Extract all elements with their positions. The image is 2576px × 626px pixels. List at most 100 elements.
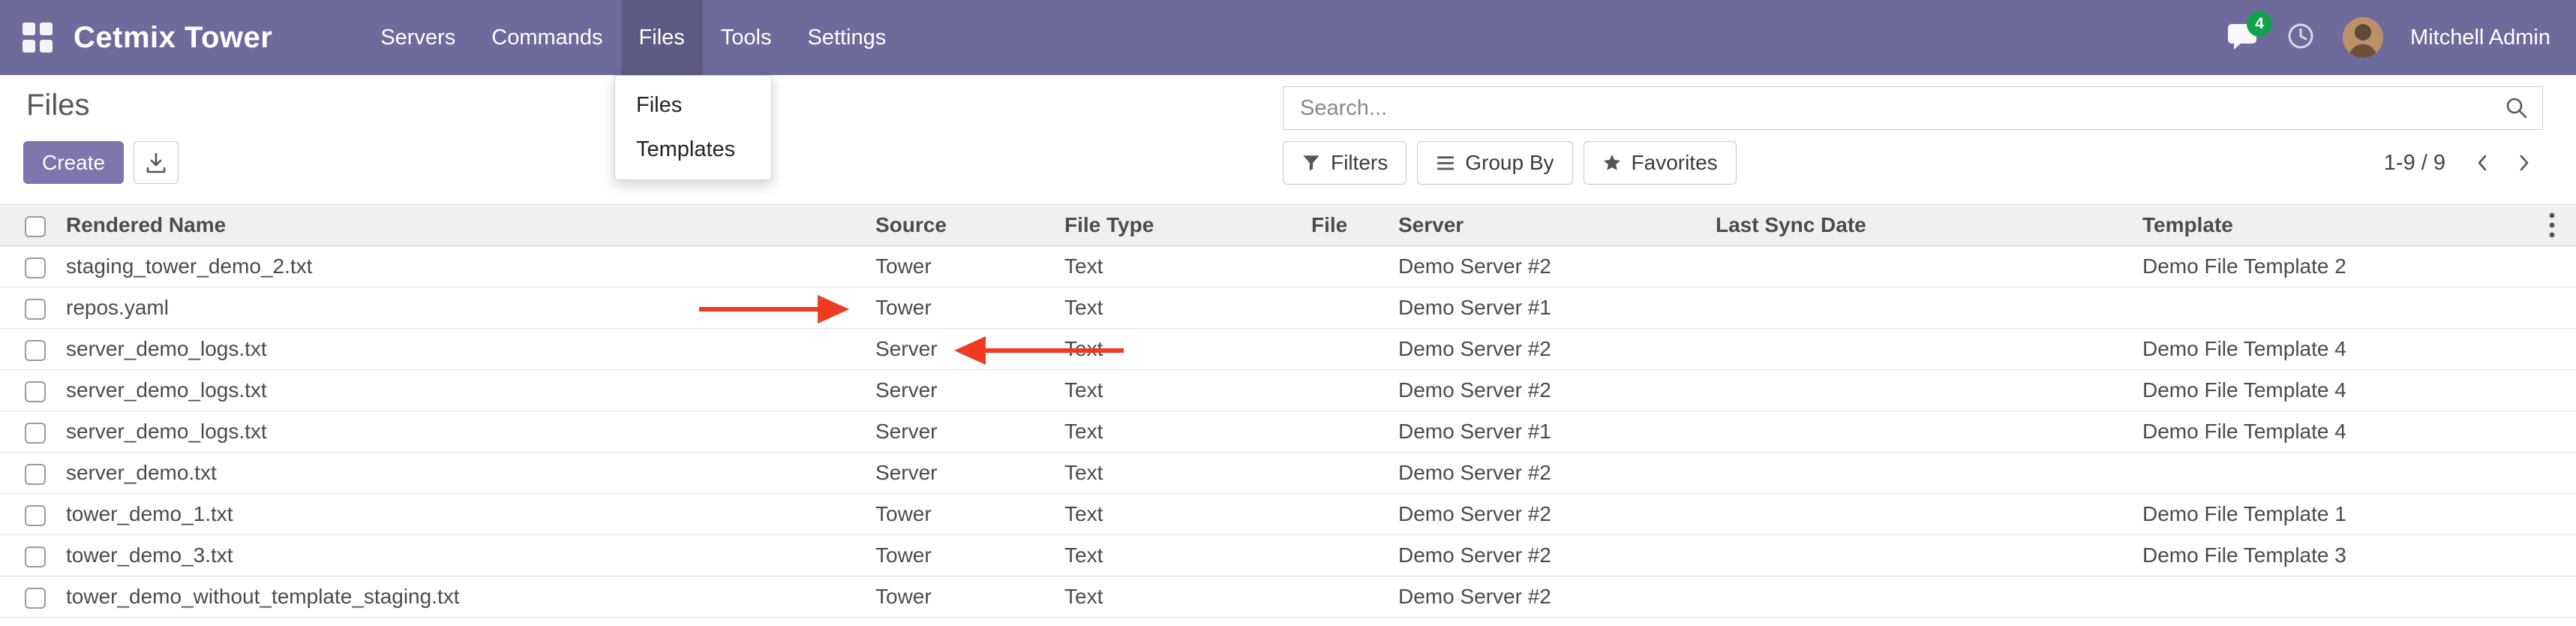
row-checkbox[interactable] xyxy=(25,340,46,361)
files-table: Rendered NameSourceFile TypeFileServerLa… xyxy=(0,204,2576,618)
menu-item-commands[interactable]: Commands xyxy=(473,0,620,75)
filters-button[interactable]: Filters xyxy=(1283,141,1407,185)
cell-file xyxy=(1302,411,1389,453)
row-checkbox[interactable] xyxy=(25,546,46,567)
cell-last-sync-date xyxy=(1706,287,2133,329)
cell-file xyxy=(1302,535,1389,576)
cell-rendered-name: server_demo.txt xyxy=(56,453,866,494)
table-row[interactable]: repos.yamlTowerTextDemo Server #1 xyxy=(0,287,2576,329)
row-checkbox-cell xyxy=(0,246,56,287)
dropdown-item-templates[interactable]: Templates xyxy=(615,128,771,172)
cell-source: Server xyxy=(866,370,1055,411)
table-row[interactable]: tower_demo_3.txtTowerTextDemo Server #2D… xyxy=(0,535,2576,576)
chevron-right-icon xyxy=(2513,152,2534,173)
activity-button[interactable] xyxy=(2286,21,2316,55)
brand-title[interactable]: Cetmix Tower xyxy=(74,21,272,55)
create-button[interactable]: Create xyxy=(23,141,124,184)
cell-source: Tower xyxy=(866,576,1055,618)
export-button[interactable] xyxy=(134,141,179,184)
optional-columns-toggle[interactable] xyxy=(2537,204,2567,245)
menu-item-tools[interactable]: Tools xyxy=(703,0,790,75)
cell-source: Tower xyxy=(866,535,1055,576)
row-checkbox[interactable] xyxy=(25,505,46,526)
row-checkbox[interactable] xyxy=(25,381,46,402)
menu-item-files[interactable]: Files xyxy=(621,0,703,75)
row-checkbox-cell xyxy=(0,370,56,411)
cell-last-sync-date xyxy=(1706,370,2133,411)
cell-last-sync-date xyxy=(1706,576,2133,618)
cell-file-type: Text xyxy=(1055,535,1302,576)
cell-source: Server xyxy=(866,453,1055,494)
page-title: Files xyxy=(26,89,89,122)
cell-last-sync-date xyxy=(1706,246,2133,287)
row-checkbox[interactable] xyxy=(25,257,46,278)
cell-file-type: Text xyxy=(1055,494,1302,535)
select-all-cell xyxy=(0,205,56,246)
user-avatar[interactable] xyxy=(2343,17,2383,58)
group-by-label: Group By xyxy=(1465,151,1554,175)
row-checkbox[interactable] xyxy=(25,299,46,320)
table-row[interactable]: server_demo.txtServerTextDemo Server #2 xyxy=(0,453,2576,494)
table-row[interactable]: server_demo_logs.txtServerTextDemo Serve… xyxy=(0,370,2576,411)
avatar-image xyxy=(2343,17,2383,58)
row-checkbox[interactable] xyxy=(25,423,46,444)
clock-icon xyxy=(2286,21,2316,51)
cell-file-type: Text xyxy=(1055,576,1302,618)
cell-file xyxy=(1302,287,1389,329)
table-row[interactable]: tower_demo_1.txtTowerTextDemo Server #2D… xyxy=(0,494,2576,535)
column-header-server[interactable]: Server xyxy=(1389,205,1706,246)
cell-rendered-name: tower_demo_3.txt xyxy=(56,535,866,576)
column-header-rendered-name[interactable]: Rendered Name xyxy=(56,205,866,246)
select-all-checkbox[interactable] xyxy=(25,216,46,237)
search-box xyxy=(1283,86,2543,130)
menu-item-servers[interactable]: Servers xyxy=(362,0,473,75)
search-icon[interactable] xyxy=(2505,96,2529,120)
cell-rendered-name: tower_demo_1.txt xyxy=(56,494,866,535)
cell-last-sync-date xyxy=(1706,494,2133,535)
column-header-file-type[interactable]: File Type xyxy=(1055,205,1302,246)
files-table-header-row: Rendered NameSourceFile TypeFileServerLa… xyxy=(0,205,2576,246)
cell-file-type: Text xyxy=(1055,370,1302,411)
messages-count-badge: 4 xyxy=(2247,11,2272,37)
pager-next-button[interactable] xyxy=(2508,148,2538,178)
favorites-button[interactable]: Favorites xyxy=(1584,141,1737,185)
column-header-last-sync-date[interactable]: Last Sync Date xyxy=(1706,205,2133,246)
table-row[interactable]: staging_tower_demo_2.txtTowerTextDemo Se… xyxy=(0,246,2576,287)
table-row[interactable]: tower_demo_without_template_staging.txtT… xyxy=(0,576,2576,618)
row-checkbox-cell xyxy=(0,494,56,535)
chevron-left-icon xyxy=(2472,152,2493,173)
table-row[interactable]: server_demo_logs.txtServerTextDemo Serve… xyxy=(0,329,2576,370)
messages-button[interactable]: 4 xyxy=(2226,20,2259,56)
cell-template: Demo File Template 4 xyxy=(2133,411,2576,453)
menu-item-settings[interactable]: Settings xyxy=(789,0,904,75)
pager-previous-button[interactable] xyxy=(2468,148,2498,178)
search-input[interactable] xyxy=(1283,87,2505,129)
cell-source: Tower xyxy=(866,246,1055,287)
cell-server: Demo Server #2 xyxy=(1389,453,1706,494)
cell-rendered-name: server_demo_logs.txt xyxy=(56,411,866,453)
cell-rendered-name: server_demo_logs.txt xyxy=(56,370,866,411)
group-by-button[interactable]: Group By xyxy=(1417,141,1572,185)
action-buttons: Create xyxy=(23,141,179,184)
column-header-template[interactable]: Template xyxy=(2133,205,2576,246)
row-checkbox-cell xyxy=(0,411,56,453)
column-header-source[interactable]: Source xyxy=(866,205,1055,246)
table-row[interactable]: server_demo_logs.txtServerTextDemo Serve… xyxy=(0,411,2576,453)
pager: 1-9 / 9 xyxy=(2384,141,2538,185)
cell-file xyxy=(1302,329,1389,370)
row-checkbox-cell xyxy=(0,576,56,618)
cell-server: Demo Server #1 xyxy=(1389,287,1706,329)
row-checkbox[interactable] xyxy=(25,588,46,609)
column-header-file[interactable]: File xyxy=(1302,205,1389,246)
files-table-body: staging_tower_demo_2.txtTowerTextDemo Se… xyxy=(0,246,2576,618)
row-checkbox[interactable] xyxy=(25,464,46,485)
cell-template: Demo File Template 3 xyxy=(2133,535,2576,576)
cell-server: Demo Server #2 xyxy=(1389,494,1706,535)
dropdown-item-files[interactable]: Files xyxy=(615,83,771,128)
filter-icon xyxy=(1302,153,1321,173)
cell-file xyxy=(1302,246,1389,287)
cell-rendered-name: repos.yaml xyxy=(56,287,866,329)
apps-menu-icon[interactable] xyxy=(23,23,53,53)
user-name[interactable]: Mitchell Admin xyxy=(2410,26,2550,50)
main-menu: ServersCommandsFilesToolsSettings xyxy=(362,0,904,75)
